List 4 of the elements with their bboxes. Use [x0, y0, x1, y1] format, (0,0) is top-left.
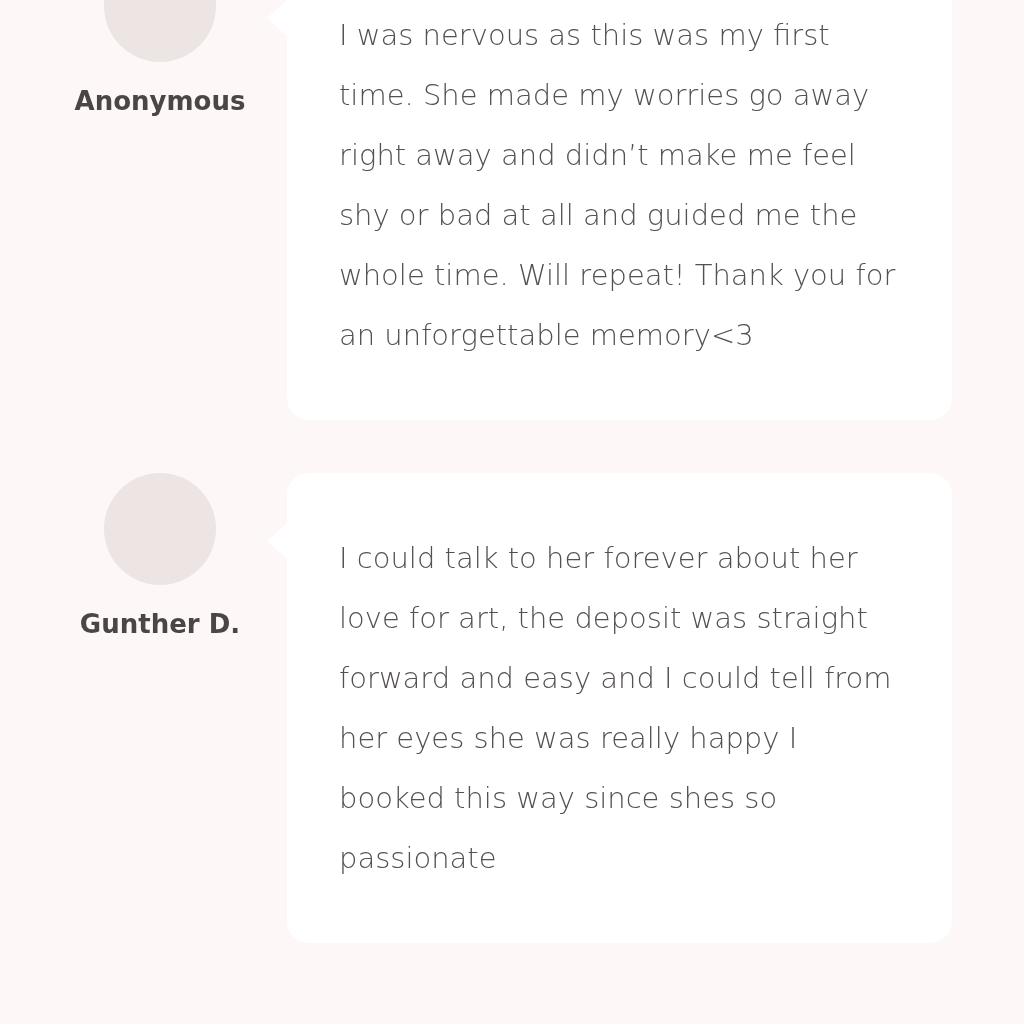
- review-text: I could talk to her forever about her love for art, the deposit was straight forward and easy and I could tell from her eyes she was really happy I booked this way since shes so passionate: [339, 540, 893, 877]
- reviewer-name: Gunther D.: [79, 608, 241, 641]
- review-text: I was nervous as this was my first time. She made my worries go away right away and didn’t make me feel shy or bad at all and guided me the whole time. Will repeat! Thank you for an unforgettable memory<3: [339, 17, 897, 354]
- reviewer-name: Anonymous: [74, 85, 246, 118]
